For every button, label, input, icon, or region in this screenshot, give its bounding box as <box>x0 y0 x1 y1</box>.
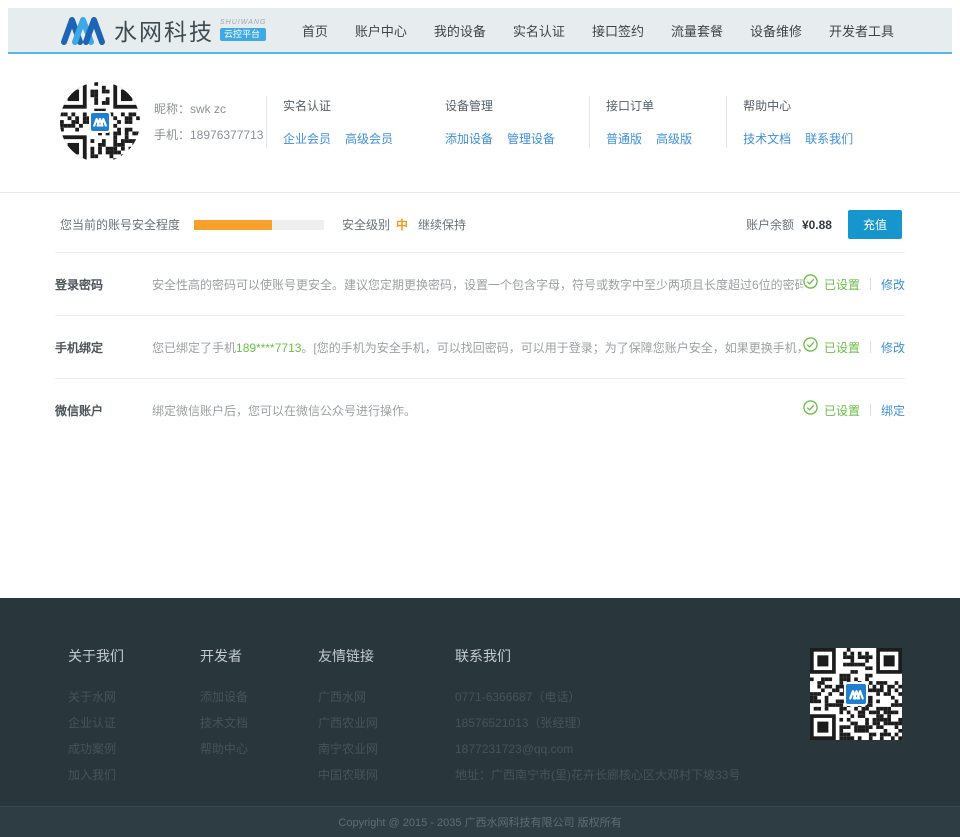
footer-link-enterprise-auth[interactable]: 企业认证 <box>68 710 200 736</box>
divider <box>870 404 871 416</box>
divider <box>589 96 590 148</box>
recharge-button[interactable]: 充值 <box>848 210 902 239</box>
profile-api-orders: 接口订单 普通版 高级版 <box>606 97 710 147</box>
security-row-wechat: 微信账户 绑定微信账户后，您可以在微信公众号进行操作。 已设置 绑定 <box>55 378 905 441</box>
footer-friend-links: 友情链接 广西水网 广西农业网 南宁农业网 中国农联网 <box>318 646 455 806</box>
qr-center-logo-icon <box>89 111 111 133</box>
nav-data-plan[interactable]: 流量套餐 <box>671 21 723 40</box>
footer-link-guangxi-agriculture[interactable]: 广西农业网 <box>318 710 455 736</box>
security-level-bar: 您当前的账号安全程度 安全级别 中 继续保持 账户余额 ¥0.88 充值 <box>0 193 960 252</box>
divider <box>726 96 727 148</box>
avatar-qrcode <box>60 82 140 162</box>
user-info: 昵称：swk zc 手机：18976377713 <box>154 96 250 148</box>
security-progress-fill <box>194 220 272 230</box>
modify-password-link[interactable]: 修改 <box>881 276 905 293</box>
footer-link-success-cases[interactable]: 成功案例 <box>68 736 200 762</box>
modify-phone-link[interactable]: 修改 <box>881 339 905 356</box>
user-nickname: 昵称：swk zc <box>154 96 250 122</box>
nav-api-contract[interactable]: 接口签约 <box>592 21 644 40</box>
divider <box>266 96 267 148</box>
profile-help-center: 帮助中心 技术文档 联系我们 <box>743 97 883 147</box>
brand-subtitle: SHUIWANG 云控平台 <box>220 19 266 41</box>
link-advanced-edition[interactable]: 高级版 <box>656 130 692 147</box>
footer-developer: 开发者 添加设备 技术文档 帮助中心 <box>200 646 318 806</box>
footer-about: 关于我们 关于水网 企业认证 成功案例 加入我们 <box>68 646 200 806</box>
main-nav: 首页 账户中心 我的设备 实名认证 接口签约 流量套餐 设备维修 开发者工具 <box>302 21 894 40</box>
contact-email: 1877231723@qq.com <box>455 736 810 762</box>
page: 水网科技 SHUIWANG 云控平台 首页 账户中心 我的设备 实名认证 接口签… <box>0 0 960 837</box>
status-set: 已设置 <box>824 276 860 293</box>
brand-name: 水网科技 <box>114 13 214 47</box>
qr-center-logo-icon <box>844 682 868 706</box>
footer-contact: 联系我们 0771-6366687（电话） 18576521013（张经理） 1… <box>455 646 810 806</box>
brand-logo[interactable]: 水网科技 SHUIWANG 云控平台 <box>60 13 266 47</box>
user-phone: 手机：18976377713 <box>154 122 250 148</box>
nav-developer-tools[interactable]: 开发者工具 <box>829 21 894 40</box>
nav-account-center[interactable]: 账户中心 <box>355 21 407 40</box>
divider <box>870 341 871 353</box>
footer-link-about[interactable]: 关于水网 <box>68 684 200 710</box>
security-rows: 登录密码 安全性高的密码可以使账号更安全。建议您定期更换密码，设置一个包含字母，… <box>55 252 905 441</box>
contact-address: 地址：广西南宁市(里)花卉长廊核心区大邓村下坡33号 <box>455 762 810 788</box>
contact-manager-phone: 18576521013（张经理） <box>455 710 810 736</box>
link-manage-device[interactable]: 管理设备 <box>507 130 555 147</box>
copyright-bar: Copyright @ 2015 - 2035 广西水网科技有限公司 版权所有 <box>0 806 960 837</box>
link-basic-edition[interactable]: 普通版 <box>606 130 642 147</box>
footer-link-nanning-agriculture[interactable]: 南宁农业网 <box>318 736 455 762</box>
check-circle-icon <box>803 400 818 420</box>
brand-logo-icon <box>60 15 106 45</box>
status-set: 已设置 <box>824 339 860 356</box>
profile-section: 昵称：swk zc 手机：18976377713 实名认证 企业会员 高级会员 … <box>0 54 960 192</box>
security-row-password: 登录密码 安全性高的密码可以使账号更安全。建议您定期更换密码，设置一个包含字母，… <box>55 252 905 315</box>
nav-realname-auth[interactable]: 实名认证 <box>513 21 565 40</box>
main-content: 昵称：swk zc 手机：18976377713 实名认证 企业会员 高级会员 … <box>0 54 960 598</box>
check-circle-icon <box>803 274 818 294</box>
balance-label: 账户余额 <box>746 216 794 233</box>
link-premium-member[interactable]: 高级会员 <box>345 130 393 147</box>
header: 水网科技 SHUIWANG 云控平台 首页 账户中心 我的设备 实名认证 接口签… <box>8 8 952 54</box>
security-level-suffix: 继续保持 <box>418 216 466 233</box>
footer-link-tech-docs[interactable]: 技术文档 <box>200 710 318 736</box>
divider <box>870 278 871 290</box>
footer-link-help-center[interactable]: 帮助中心 <box>200 736 318 762</box>
account-balance: 账户余额 ¥0.88 充值 <box>746 210 902 239</box>
security-progress <box>194 220 324 230</box>
footer-link-add-device[interactable]: 添加设备 <box>200 684 318 710</box>
footer-link-join-us[interactable]: 加入我们 <box>68 762 200 788</box>
nav-my-devices[interactable]: 我的设备 <box>434 21 486 40</box>
link-add-device[interactable]: 添加设备 <box>445 130 493 147</box>
profile-device-manage: 设备管理 添加设备 管理设备 <box>445 97 573 147</box>
footer-qrcode <box>810 648 902 740</box>
link-enterprise-member[interactable]: 企业会员 <box>283 130 331 147</box>
security-level-prefix: 安全级别 <box>342 216 390 233</box>
status-set: 已设置 <box>824 402 860 419</box>
contact-phone: 0771-6366687（电话） <box>455 684 810 710</box>
nav-device-repair[interactable]: 设备维修 <box>750 21 802 40</box>
footer-link-china-agriculture[interactable]: 中国农联网 <box>318 762 455 788</box>
footer: 关于我们 关于水网 企业认证 成功案例 加入我们 开发者 添加设备 技术文档 帮… <box>0 598 960 806</box>
balance-value: ¥0.88 <box>802 218 832 232</box>
security-row-phone: 手机绑定 您已绑定了手机189****7713。[您的手机为安全手机，可以找回密… <box>55 315 905 378</box>
nav-home[interactable]: 首页 <box>302 21 328 40</box>
profile-realname-auth: 实名认证 企业会员 高级会员 <box>283 97 445 147</box>
security-level-value: 中 <box>396 216 408 233</box>
check-circle-icon <box>803 337 818 357</box>
link-contact-us[interactable]: 联系我们 <box>805 130 853 147</box>
security-level-label: 您当前的账号安全程度 <box>60 216 180 233</box>
link-tech-docs[interactable]: 技术文档 <box>743 130 791 147</box>
bind-wechat-link[interactable]: 绑定 <box>881 402 905 419</box>
footer-link-guangxi-shuiwang[interactable]: 广西水网 <box>318 684 455 710</box>
